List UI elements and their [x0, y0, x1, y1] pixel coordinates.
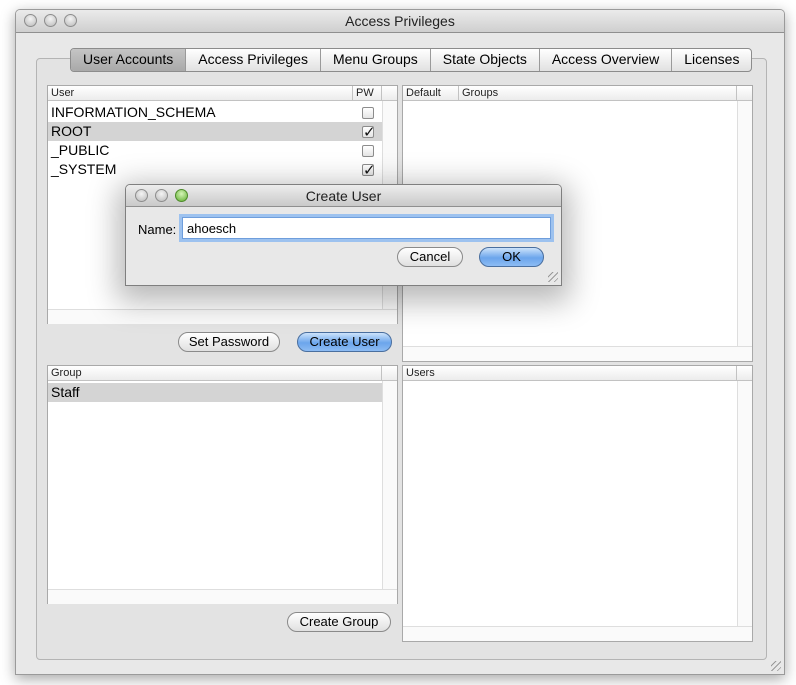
tab-state-objects[interactable]: State Objects — [431, 49, 540, 71]
groups-vertical-scrollbar[interactable] — [382, 381, 397, 589]
dialog-title-bar[interactable]: Create User — [126, 185, 561, 207]
column-header-pw[interactable]: PW — [353, 86, 382, 101]
tab-user-accounts[interactable]: User Accounts — [71, 49, 187, 71]
column-header-corner — [382, 366, 397, 381]
privileges-horizontal-scrollbar[interactable] — [403, 346, 752, 361]
group-name: Staff — [51, 384, 80, 400]
column-header-corner — [737, 366, 752, 381]
name-input[interactable] — [182, 217, 551, 239]
user-row-root[interactable]: ROOT — [48, 122, 382, 141]
create-group-button[interactable]: Create Group — [287, 612, 391, 632]
window-title: Access Privileges — [345, 13, 455, 29]
groups-table[interactable]: Group Staff — [47, 365, 398, 604]
pw-checkbox-checked[interactable]: ✓ — [362, 125, 376, 140]
group-row-staff[interactable]: Staff — [48, 383, 382, 402]
pw-checkbox[interactable] — [362, 145, 374, 157]
pw-checkbox-checked[interactable]: ✓ — [362, 163, 376, 178]
tab-access-privileges[interactable]: Access Privileges — [186, 49, 321, 71]
group-users-table[interactable]: Users — [402, 365, 753, 642]
privileges-vertical-scrollbar[interactable] — [737, 101, 752, 346]
window-resize-grip-icon[interactable] — [771, 661, 781, 671]
groups-horizontal-scrollbar[interactable] — [48, 589, 397, 604]
user-name: _SYSTEM — [51, 161, 117, 177]
tab-access-overview[interactable]: Access Overview — [540, 49, 673, 71]
column-header-user[interactable]: User — [48, 86, 353, 101]
cancel-button[interactable]: Cancel — [397, 247, 463, 267]
ok-button[interactable]: OK — [479, 247, 544, 267]
title-bar[interactable]: Access Privileges — [16, 10, 784, 33]
column-header-corner — [382, 86, 397, 101]
users-horizontal-scrollbar[interactable] — [48, 309, 397, 324]
main-window: Access Privileges User Accounts Access P… — [15, 9, 785, 675]
column-header-users[interactable]: Users — [403, 366, 737, 381]
create-user-dialog: Create User Name: Cancel OK — [125, 184, 562, 286]
group-users-horizontal-scrollbar[interactable] — [403, 626, 752, 641]
dialog-title: Create User — [305, 188, 382, 204]
user-row-public[interactable]: _PUBLIC — [48, 141, 382, 160]
group-users-vertical-scrollbar[interactable] — [737, 381, 752, 626]
tab-bar: User Accounts Access Privileges Menu Gro… — [70, 48, 753, 72]
user-name: ROOT — [51, 123, 92, 139]
pw-checkbox[interactable] — [362, 107, 374, 119]
column-header-default[interactable]: Default — [403, 86, 459, 101]
set-password-button[interactable]: Set Password — [178, 332, 280, 352]
user-name: _PUBLIC — [51, 142, 110, 158]
tab-menu-groups[interactable]: Menu Groups — [321, 49, 431, 71]
user-row-information-schema[interactable]: INFORMATION_SCHEMA — [48, 103, 382, 122]
column-header-groups[interactable]: Groups — [459, 86, 737, 101]
user-row-system[interactable]: _SYSTEM — [48, 160, 382, 179]
name-label: Name: — [138, 222, 177, 237]
dialog-resize-grip-icon[interactable] — [548, 272, 558, 282]
user-name: INFORMATION_SCHEMA — [51, 104, 216, 120]
column-header-corner — [737, 86, 752, 101]
column-header-group[interactable]: Group — [48, 366, 382, 381]
tab-licenses[interactable]: Licenses — [672, 49, 751, 71]
create-user-button[interactable]: Create User — [297, 332, 392, 352]
